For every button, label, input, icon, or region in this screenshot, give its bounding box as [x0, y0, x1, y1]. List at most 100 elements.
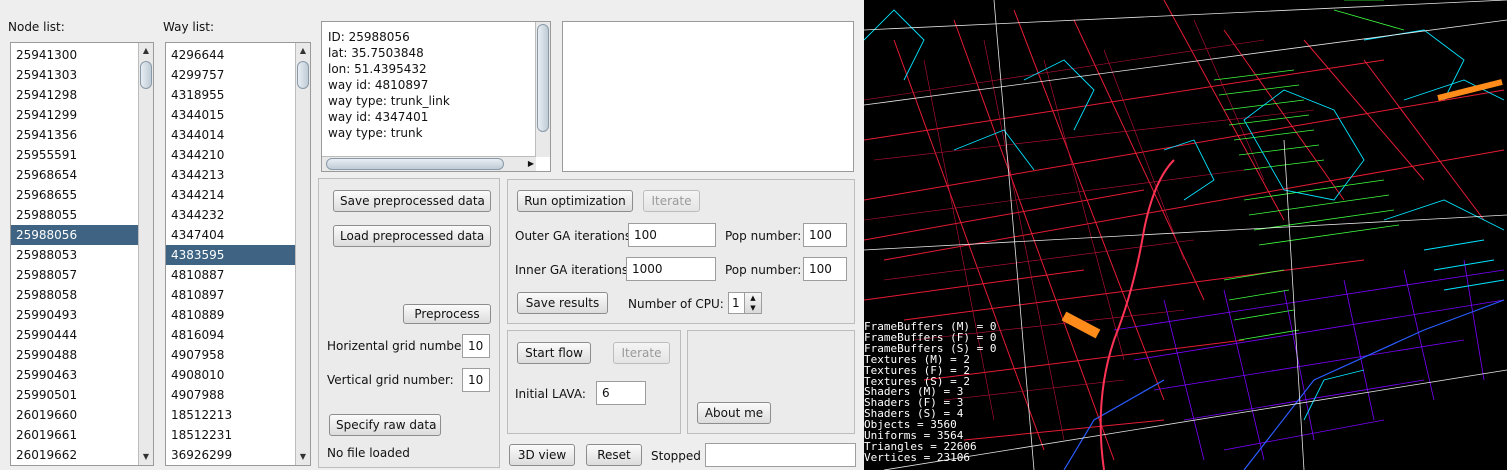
horizontal-grid-input[interactable]: 10 [462, 334, 490, 358]
list-item[interactable]: 36926299 [166, 445, 296, 465]
file-status-text: No file loaded [327, 446, 410, 460]
spinner-up-icon[interactable]: ▲ [745, 293, 761, 303]
spinner-down-icon[interactable]: ▼ [745, 303, 761, 313]
list-item[interactable]: 4907988 [166, 385, 296, 405]
render-stats-overlay: FrameBuffers (M) = 0 FrameBuffers (F) = 0… [864, 321, 996, 464]
info-horizontal-thumb[interactable] [326, 158, 504, 170]
list-item[interactable]: 25968655 [11, 185, 139, 205]
way-list-label: Way list: [163, 20, 215, 34]
list-item[interactable]: 18512231 [166, 425, 296, 445]
list-item[interactable]: 25988053 [11, 245, 139, 265]
list-item[interactable]: 25990488 [11, 345, 139, 365]
list-item[interactable]: 25941356 [11, 125, 139, 145]
list-item[interactable]: 25968654 [11, 165, 139, 185]
cpu-spinner[interactable]: 1 ▲ ▼ [728, 292, 762, 314]
scroll-down-arrow-icon[interactable]: ▼ [139, 450, 153, 464]
list-item[interactable]: 26019662 [11, 445, 139, 465]
start-flow-button[interactable]: Start flow [517, 342, 591, 364]
about-me-button[interactable]: About me [697, 402, 771, 424]
list-item[interactable]: 26019661 [11, 425, 139, 445]
reset-button[interactable]: Reset [586, 444, 642, 466]
list-item[interactable]: 4344210 [166, 145, 296, 165]
list-item[interactable]: 4810887 [166, 265, 296, 285]
preprocess-button[interactable]: Preprocess [403, 304, 491, 324]
inner-ga-input[interactable]: 1000 [626, 257, 716, 281]
outer-ga-input[interactable]: 100 [628, 223, 716, 247]
inner-ga-label: Inner GA iterations: [515, 263, 633, 277]
inner-pop-input[interactable]: 100 [803, 257, 847, 281]
initial-lava-input[interactable]: 6 [596, 381, 646, 405]
info-horizontal-scrollbar[interactable]: ▶ [322, 156, 536, 171]
initial-lava-label: Initial LAVA: [515, 387, 586, 401]
status-output-field[interactable] [705, 443, 856, 467]
info-line: way type: trunk_link [328, 94, 450, 108]
list-item[interactable]: 18512213 [166, 405, 296, 425]
way-list-scrollbar[interactable]: ▲ ▼ [295, 43, 310, 465]
list-item[interactable]: 25990444 [11, 325, 139, 345]
vertical-grid-input[interactable]: 10 [462, 368, 490, 392]
list-item[interactable]: 4344213 [166, 165, 296, 185]
list-item[interactable]: 4299757 [166, 65, 296, 85]
list-item[interactable]: 4810897 [166, 285, 296, 305]
scroll-down-arrow-icon[interactable]: ▼ [296, 450, 310, 464]
list-item[interactable]: 4816094 [166, 325, 296, 345]
list-item[interactable]: 25941300 [11, 45, 139, 65]
list-item[interactable]: 25988055 [11, 205, 139, 225]
node-list[interactable]: 25941300 25941303 25941298 25941299 25941356… [10, 42, 154, 466]
flow-iterate-button[interactable]: Iterate [613, 342, 670, 364]
list-item[interactable]: 4347404 [166, 225, 296, 245]
list-item[interactable]: 25988058 [11, 285, 139, 305]
node-list-label: Node list: [8, 20, 65, 34]
save-results-button[interactable]: Save results [517, 292, 608, 314]
info-line: lon: 51.4395432 [328, 62, 427, 76]
list-item[interactable]: 4318955 [166, 85, 296, 105]
list-item[interactable]: 25988056 [11, 225, 139, 245]
3d-view-button[interactable]: 3D view [509, 444, 575, 466]
scroll-right-arrow-icon[interactable]: ▶ [528, 157, 534, 171]
node-list-scroll-thumb[interactable] [140, 61, 152, 89]
list-item[interactable]: 4296644 [166, 45, 296, 65]
info-line: way id: 4810897 [328, 78, 429, 92]
way-list-scroll-thumb[interactable] [297, 61, 309, 89]
output-textarea[interactable] [562, 21, 854, 172]
info-line: lat: 35.7503848 [328, 46, 424, 60]
list-item[interactable]: 25990493 [11, 305, 139, 325]
run-optimization-button[interactable]: Run optimization [517, 190, 633, 212]
list-item[interactable]: 26019660 [11, 405, 139, 425]
specify-raw-data-button[interactable]: Specify raw data [329, 414, 441, 436]
list-item[interactable]: 25955591 [11, 145, 139, 165]
node-info-textarea[interactable]: ID: 25988056 lat: 35.7503848 lon: 51.43954… [321, 21, 551, 172]
list-item[interactable]: 25990501 [11, 385, 139, 405]
list-item[interactable]: 4810889 [166, 305, 296, 325]
list-item[interactable]: 4344015 [166, 105, 296, 125]
list-item[interactable]: 4907958 [166, 345, 296, 365]
load-preprocessed-button[interactable]: Load preprocessed data [333, 225, 491, 247]
list-item[interactable]: 4383595 [166, 245, 296, 265]
scroll-up-arrow-icon[interactable]: ▲ [139, 44, 153, 58]
node-list-items: 25941300 25941303 25941298 25941299 25941356… [11, 45, 139, 465]
list-item[interactable]: 25990463 [11, 365, 139, 385]
save-preprocessed-button[interactable]: Save preprocessed data [333, 190, 491, 212]
vertical-grid-label: Vertical grid number: [327, 373, 454, 387]
map-3d-viewport[interactable]: FrameBuffers (M) = 0 FrameBuffers (F) = 0… [864, 0, 1507, 470]
list-item[interactable]: 4344014 [166, 125, 296, 145]
list-item[interactable]: 25941299 [11, 105, 139, 125]
node-list-scrollbar[interactable]: ▲ ▼ [138, 43, 153, 465]
scroll-up-arrow-icon[interactable]: ▲ [296, 44, 310, 58]
horizontal-grid-label: Horizental grid number: [327, 339, 471, 353]
highlight-road-segment [1061, 311, 1101, 339]
outer-pop-label: Pop number: [725, 229, 802, 243]
optimization-iterate-button[interactable]: Iterate [643, 190, 700, 212]
list-item[interactable]: 25941303 [11, 65, 139, 85]
outer-pop-input[interactable]: 100 [803, 223, 847, 247]
list-item[interactable]: 4344232 [166, 205, 296, 225]
node-info-text: ID: 25988056 lat: 35.7503848 lon: 51.43954… [322, 29, 450, 141]
list-item[interactable]: 25941298 [11, 85, 139, 105]
way-list[interactable]: 4296644 4299757 4318955 4344015 4344014 43442… [165, 42, 311, 466]
info-vertical-thumb[interactable] [537, 24, 549, 132]
list-item[interactable]: 4344214 [166, 185, 296, 205]
info-line: ID: 25988056 [328, 30, 410, 44]
list-item[interactable]: 4908010 [166, 365, 296, 385]
info-vertical-scrollbar[interactable]: ▲ [535, 22, 550, 157]
list-item[interactable]: 25988057 [11, 265, 139, 285]
